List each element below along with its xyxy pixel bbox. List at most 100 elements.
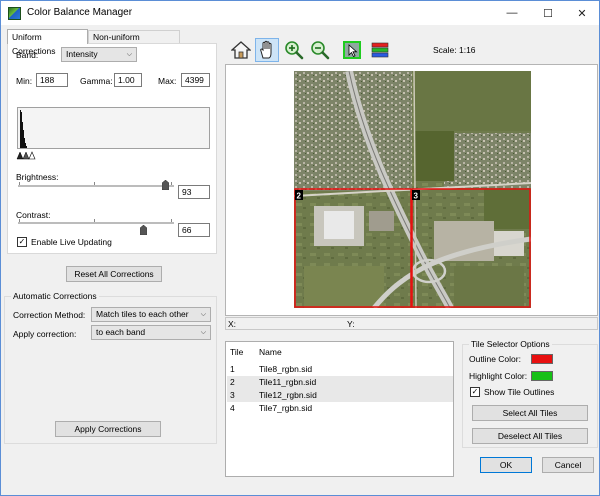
show-tile-outlines-checkbox[interactable]: ✓ bbox=[470, 387, 480, 397]
live-updating-checkbox[interactable]: ✓ bbox=[17, 237, 27, 247]
column-header-name[interactable]: Name bbox=[259, 346, 282, 359]
deselect-all-tiles-button[interactable]: Deselect All Tiles bbox=[472, 428, 588, 444]
gamma-label: Gamma: bbox=[80, 76, 113, 86]
highlight-color-swatch[interactable] bbox=[531, 371, 553, 381]
apply-correction-select[interactable]: to each band ⌵ bbox=[91, 325, 211, 340]
pan-button[interactable] bbox=[255, 38, 279, 62]
correction-method-value: Match tiles to each other bbox=[96, 309, 189, 319]
tile-selector-options-group: Tile Selector Options Outline Color: Hig… bbox=[462, 339, 598, 448]
table-row[interactable]: 1 Tile8_rgbn.sid bbox=[227, 363, 453, 376]
tile-label-2: 2 bbox=[297, 192, 302, 201]
home-button[interactable] bbox=[229, 38, 253, 62]
scale-readout: Scale: 1:16 bbox=[433, 45, 476, 55]
brightness-slider-track[interactable] bbox=[18, 185, 174, 187]
zoom-in-icon bbox=[285, 41, 304, 60]
reset-all-corrections-button[interactable]: Reset All Corrections bbox=[66, 266, 162, 282]
tile-list[interactable]: Tile Name 1 Tile8_rgbn.sid 2 Tile11_rgbn… bbox=[225, 341, 454, 477]
tick-mark bbox=[171, 219, 172, 222]
cancel-button[interactable]: Cancel bbox=[542, 457, 594, 473]
column-header-tile[interactable]: Tile bbox=[230, 346, 243, 359]
tile-name: Tile7_rgbn.sid bbox=[259, 403, 313, 413]
tick-mark bbox=[94, 182, 95, 185]
contrast-slider-thumb[interactable] bbox=[140, 225, 147, 235]
zoom-out-button[interactable] bbox=[308, 38, 332, 62]
tile-number: 1 bbox=[230, 364, 235, 374]
maximize-button[interactable]: ☐ bbox=[531, 1, 565, 25]
apply-corrections-button[interactable]: Apply Corrections bbox=[55, 421, 161, 437]
x-coordinate-label: X: bbox=[228, 319, 237, 329]
window-title: Color Balance Manager bbox=[27, 7, 133, 18]
color-bands-icon bbox=[371, 42, 389, 58]
aerial-imagery[interactable]: 2 3 bbox=[294, 71, 531, 308]
chevron-down-icon: ⌵ bbox=[126, 51, 132, 58]
tile-number: 2 bbox=[230, 377, 235, 387]
gamma-input[interactable]: 1.00 bbox=[114, 73, 142, 87]
band-select-value: Intensity bbox=[66, 49, 98, 59]
contrast-label: Contrast: bbox=[16, 210, 51, 220]
color-balance-window: Color Balance Manager — ☐ ✕ Uniform Corr… bbox=[0, 0, 600, 496]
brightness-input[interactable]: 93 bbox=[178, 185, 210, 199]
table-row[interactable]: 2 Tile11_rgbn.sid bbox=[227, 376, 453, 389]
close-button[interactable]: ✕ bbox=[565, 1, 599, 25]
y-coordinate-label: Y: bbox=[347, 319, 355, 329]
brightness-label: Brightness: bbox=[16, 172, 59, 182]
tick-mark bbox=[19, 219, 20, 222]
ok-button[interactable]: OK bbox=[480, 457, 532, 473]
max-label: Max: bbox=[158, 76, 177, 86]
tile-number: 4 bbox=[230, 403, 235, 413]
aerial-map-image: 2 3 bbox=[294, 71, 531, 308]
histogram bbox=[17, 107, 210, 149]
outline-color-label: Outline Color: bbox=[469, 354, 521, 364]
zoom-in-button[interactable] bbox=[282, 38, 306, 62]
image-view[interactable]: 2 3 bbox=[225, 64, 598, 316]
automatic-corrections-title: Automatic Corrections bbox=[11, 291, 99, 301]
apply-correction-value: to each band bbox=[96, 327, 146, 337]
contrast-input[interactable]: 66 bbox=[178, 223, 210, 237]
coordinate-bar: X: Y: bbox=[225, 317, 598, 330]
zoom-out-icon bbox=[311, 41, 330, 60]
app-icon bbox=[8, 7, 21, 20]
automatic-corrections-group: Automatic Corrections Correction Method:… bbox=[4, 291, 217, 444]
title-bar: Color Balance Manager — ☐ ✕ bbox=[1, 1, 599, 25]
tile-selector-options-title: Tile Selector Options bbox=[469, 339, 552, 349]
tile-label-3: 3 bbox=[414, 192, 419, 201]
brightness-slider-thumb[interactable] bbox=[162, 180, 169, 190]
max-input[interactable]: 4399 bbox=[181, 73, 210, 87]
tick-mark bbox=[171, 182, 172, 185]
pan-hand-icon bbox=[260, 40, 272, 59]
correction-method-select[interactable]: Match tiles to each other ⌵ bbox=[91, 307, 211, 322]
tile-number: 3 bbox=[230, 390, 235, 400]
tile-name: Tile8_rgbn.sid bbox=[259, 364, 313, 374]
corrections-panel: Uniform Corrections Non-uniform Correcti… bbox=[4, 29, 217, 255]
band-select[interactable]: Intensity ⌵ bbox=[61, 47, 137, 62]
outline-color-swatch[interactable] bbox=[531, 354, 553, 364]
select-tile-button[interactable] bbox=[340, 38, 364, 62]
tile-name: Tile12_rgbn.sid bbox=[259, 390, 317, 400]
home-icon bbox=[231, 41, 251, 59]
tile-list-header: Tile Name bbox=[227, 346, 453, 359]
min-label: Min: bbox=[16, 76, 33, 86]
select-all-tiles-button[interactable]: Select All Tiles bbox=[472, 405, 588, 421]
show-tile-outlines-label: Show Tile Outlines bbox=[484, 387, 555, 397]
table-row[interactable]: 4 Tile7_rgbn.sid bbox=[227, 402, 453, 415]
chevron-down-icon: ⌵ bbox=[200, 311, 206, 318]
tile-name: Tile11_rgbn.sid bbox=[259, 377, 317, 387]
color-bands-button[interactable] bbox=[368, 38, 392, 62]
highlight-color-label: Highlight Color: bbox=[469, 371, 528, 381]
table-row[interactable]: 3 Tile12_rgbn.sid bbox=[227, 389, 453, 402]
chevron-down-icon: ⌵ bbox=[200, 329, 206, 336]
apply-correction-label: Apply correction: bbox=[13, 329, 77, 339]
tab-non-uniform-corrections[interactable]: Non-uniform Corrections bbox=[88, 30, 180, 54]
histogram-bars bbox=[20, 110, 27, 148]
tab-uniform-corrections[interactable]: Uniform Corrections bbox=[7, 29, 88, 56]
correction-method-label: Correction Method: bbox=[13, 310, 86, 320]
histogram-range-handles[interactable] bbox=[16, 150, 40, 160]
live-updating-label: Enable Live Updating bbox=[31, 237, 112, 247]
select-tile-icon bbox=[343, 41, 361, 59]
tick-mark bbox=[94, 219, 95, 222]
min-input[interactable]: 188 bbox=[36, 73, 68, 87]
uniform-corrections-panel: Band: Intensity ⌵ Min: 188 Gamma: 1.00 M… bbox=[7, 43, 217, 254]
minimize-button[interactable]: — bbox=[495, 1, 529, 25]
contrast-slider-track[interactable] bbox=[18, 222, 174, 224]
tick-mark bbox=[19, 182, 20, 185]
